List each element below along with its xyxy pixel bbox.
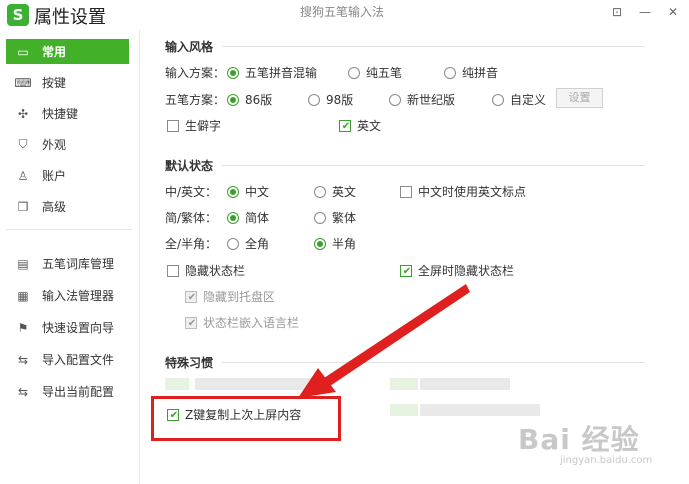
- baidu-watermark: Bai 经验: [518, 423, 640, 456]
- arrow-shaft: [324, 284, 470, 386]
- baidu-watermark-url: jingyan.baidu.com: [560, 455, 653, 466]
- annotation-arrow-icon: [298, 284, 470, 398]
